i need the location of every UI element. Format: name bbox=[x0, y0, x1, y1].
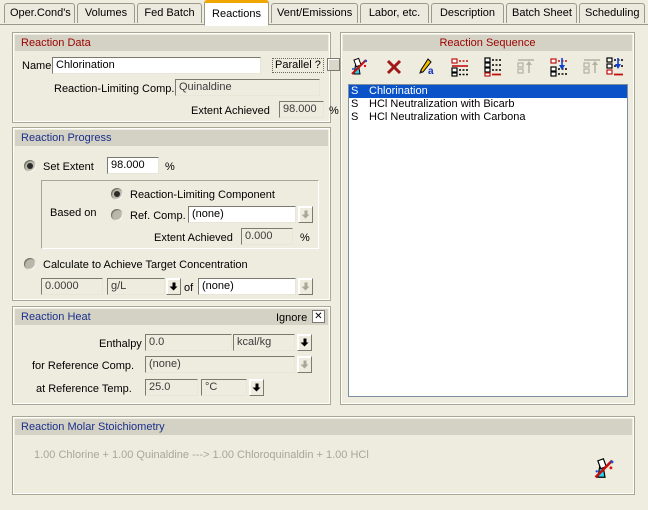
target-component-dropdown-button[interactable] bbox=[298, 278, 313, 295]
list-item[interactable]: S Chlorination bbox=[349, 85, 627, 98]
target-component-input[interactable]: (none) bbox=[198, 278, 296, 295]
calculate-target-label: Calculate to Achieve Target Concentratio… bbox=[43, 259, 248, 271]
progress-extent-unit: % bbox=[300, 232, 310, 244]
sequence-toolbar: a bbox=[342, 54, 633, 82]
chevron-down-icon bbox=[300, 338, 309, 347]
reactions-page: Oper.Cond's Volumes Fed Batch Reactions … bbox=[0, 0, 648, 510]
calculate-target-radio[interactable] bbox=[24, 258, 36, 270]
limiting-comp-value: Quinaldine bbox=[175, 79, 320, 96]
tab-labor-etc[interactable]: Labor, etc. bbox=[360, 3, 429, 23]
reaction-progress-title: Reaction Progress bbox=[15, 130, 328, 146]
heat-ref-comp-label: for Reference Comp. bbox=[32, 360, 135, 372]
list-item-label: HCl Neutralization with Carbona bbox=[369, 111, 526, 123]
tab-fed-batch[interactable]: Fed Batch bbox=[137, 3, 202, 23]
insert-below-icon bbox=[581, 56, 603, 78]
set-extent-radio[interactable] bbox=[24, 160, 36, 172]
tab-oper-conds[interactable]: Oper.Cond's bbox=[4, 3, 75, 23]
chevron-down-icon bbox=[300, 360, 309, 369]
chevron-down-icon bbox=[252, 383, 261, 392]
reaction-sequence-title: Reaction Sequence bbox=[343, 35, 632, 51]
list-item-label: HCl Neutralization with Bicarb bbox=[369, 98, 515, 110]
limiting-component-radio[interactable] bbox=[111, 188, 123, 200]
tab-reactions[interactable]: Reactions bbox=[204, 0, 269, 26]
ignore-checkbox[interactable] bbox=[312, 310, 325, 323]
tab-description[interactable]: Description bbox=[431, 3, 504, 23]
ref-comp-radio[interactable] bbox=[111, 209, 123, 221]
ignore-label: Ignore bbox=[276, 312, 308, 324]
progress-extent-achieved-label: Extent Achieved bbox=[154, 232, 233, 244]
set-extent-unit: % bbox=[165, 161, 175, 173]
ref-comp-dropdown-button[interactable] bbox=[298, 206, 313, 223]
new-reaction-icon[interactable] bbox=[349, 56, 371, 78]
enthalpy-units-dropdown-button[interactable] bbox=[297, 334, 312, 351]
move-to-bottom-icon[interactable] bbox=[482, 56, 504, 78]
reaction-data-title: Reaction Data bbox=[15, 35, 328, 51]
enthalpy-label: Enthalpy bbox=[99, 338, 142, 350]
move-to-top-icon[interactable] bbox=[449, 56, 471, 78]
name-label: Name bbox=[22, 60, 52, 72]
list-item-prefix: S bbox=[351, 85, 359, 97]
extent-achieved-label: Extent Achieved bbox=[191, 105, 270, 117]
tab-volumes[interactable]: Volumes bbox=[77, 3, 135, 23]
reaction-heat-group: Reaction Heat Ignore Enthalpy 0.0 kcal/k… bbox=[13, 307, 330, 404]
ref-temp-units-value: °C bbox=[201, 379, 247, 396]
list-item-prefix: S bbox=[351, 111, 359, 123]
tab-vent-emissions[interactable]: Vent/Emissions bbox=[271, 3, 358, 23]
list-item[interactable]: S HCl Neutralization with Carbona bbox=[349, 111, 627, 124]
chevron-down-icon bbox=[301, 210, 310, 219]
heat-ref-comp-dropdown-button[interactable] bbox=[297, 356, 312, 373]
delete-reaction-icon[interactable] bbox=[383, 56, 405, 78]
chevron-down-icon bbox=[301, 282, 310, 291]
heat-ref-comp-input[interactable]: (none) bbox=[145, 356, 295, 373]
move-down-icon[interactable] bbox=[604, 56, 626, 78]
reaction-name-input[interactable]: Chlorination bbox=[52, 57, 261, 74]
stoichiometry-group: Reaction Molar Stoichiometry 1.00 Chlori… bbox=[13, 417, 634, 494]
progress-extent-achieved-value: 0.000 bbox=[241, 228, 293, 245]
list-item[interactable]: S HCl Neutralization with Bicarb bbox=[349, 98, 627, 111]
ref-temp-label: at Reference Temp. bbox=[36, 383, 132, 395]
enthalpy-units-value: kcal/kg bbox=[233, 334, 295, 351]
page-body: Reaction Data Name Chlorination Parallel… bbox=[0, 25, 648, 510]
parallel-checkbox[interactable] bbox=[327, 58, 340, 71]
tab-batch-sheet[interactable]: Batch Sheet bbox=[506, 3, 577, 23]
ref-temp-units-dropdown-button[interactable] bbox=[249, 379, 264, 396]
ref-comp-label: Ref. Comp. bbox=[130, 210, 186, 222]
based-on-label: Based on bbox=[50, 207, 97, 219]
tab-strip: Oper.Cond's Volumes Fed Batch Reactions … bbox=[0, 0, 648, 26]
target-concentration-input[interactable]: 0.0000 bbox=[41, 278, 103, 295]
reaction-progress-group: Reaction Progress Set Extent 98.000 % Ba… bbox=[13, 128, 330, 300]
ref-temp-input[interactable]: 25.0 bbox=[145, 379, 198, 396]
reaction-sequence-group: Reaction Sequence a S Chlorination S HCl… bbox=[341, 33, 634, 404]
target-units-dropdown-button[interactable] bbox=[166, 278, 181, 295]
rename-reaction-icon[interactable]: a bbox=[416, 56, 438, 78]
set-extent-input[interactable]: 98.000 bbox=[107, 157, 159, 174]
insert-above-icon bbox=[515, 56, 537, 78]
tab-scheduling[interactable]: Scheduling bbox=[579, 3, 645, 23]
target-units-value: g/L bbox=[107, 278, 165, 295]
parallel-label[interactable]: Parallel ? bbox=[272, 58, 324, 73]
stoichiometry-title: Reaction Molar Stoichiometry bbox=[15, 419, 632, 435]
flask-icon[interactable] bbox=[592, 456, 618, 482]
stoichiometry-equation: 1.00 Chlorine + 1.00 Quinaldine ---> 1.0… bbox=[34, 449, 369, 461]
extent-achieved-unit: % bbox=[329, 105, 339, 117]
list-item-label: Chlorination bbox=[369, 85, 428, 97]
extent-achieved-value: 98.000 bbox=[279, 101, 324, 118]
limiting-component-label: Reaction-Limiting Component bbox=[130, 189, 275, 201]
enthalpy-input[interactable]: 0.0 bbox=[145, 334, 232, 351]
reaction-data-group: Reaction Data Name Chlorination Parallel… bbox=[13, 33, 340, 122]
reaction-sequence-list[interactable]: S Chlorination S HCl Neutralization with B… bbox=[348, 84, 628, 397]
limiting-comp-label: Reaction-Limiting Comp. bbox=[54, 83, 175, 95]
list-item-prefix: S bbox=[351, 98, 359, 110]
set-extent-label: Set Extent bbox=[43, 161, 94, 173]
ref-comp-input[interactable]: (none) bbox=[188, 206, 296, 223]
of-label: of bbox=[184, 282, 194, 294]
move-up-icon[interactable] bbox=[548, 56, 570, 78]
chevron-down-icon bbox=[169, 282, 178, 291]
svg-text:a: a bbox=[428, 66, 434, 77]
